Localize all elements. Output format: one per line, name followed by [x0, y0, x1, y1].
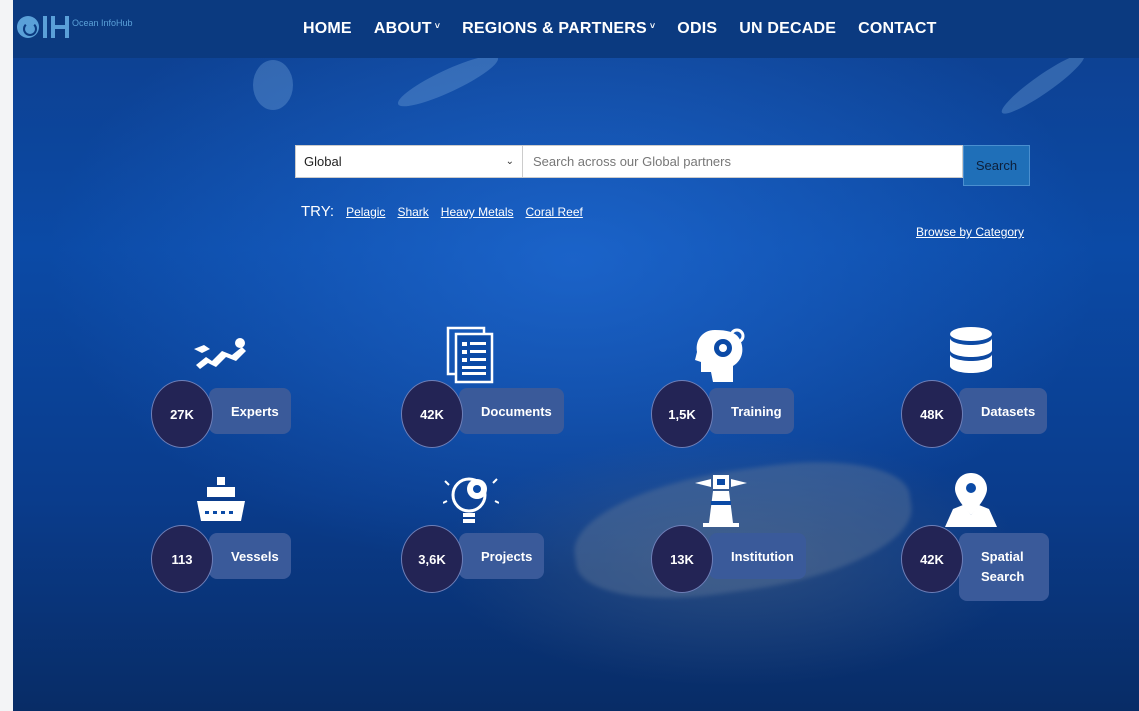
category-spatial-search[interactable]: Spatial Search 42K: [901, 470, 1061, 601]
category-training[interactable]: Training 1,5K: [651, 325, 811, 448]
logo-i-mark: [43, 16, 47, 38]
main-nav: HOME ABOUT ˅ REGIONS & PARTNERS ˅ ODIS UN …: [303, 0, 937, 58]
head-gear-icon: [691, 325, 751, 385]
region-select-value: Global: [304, 154, 342, 169]
category-vessels[interactable]: Vessels 113: [151, 470, 311, 593]
category-label-line: Spatial: [981, 549, 1024, 564]
category-count[interactable]: 27K: [151, 380, 213, 448]
logo-o-mark: [17, 16, 39, 38]
search-button[interactable]: Search: [963, 145, 1030, 186]
category-label[interactable]: Spatial Search: [959, 533, 1049, 601]
category-count[interactable]: 13K: [651, 525, 713, 593]
nav-odis[interactable]: ODIS: [677, 20, 717, 38]
ocean-infohub-logo[interactable]: Ocean InfoHub: [17, 16, 133, 38]
category-count[interactable]: 42K: [901, 525, 963, 593]
try-label: TRY:: [301, 203, 335, 220]
nav-un-decade[interactable]: UN DECADE: [739, 20, 836, 38]
diver-icon: [191, 325, 251, 385]
try-link-pelagic[interactable]: Pelagic: [346, 205, 385, 219]
category-label[interactable]: Documents: [459, 388, 564, 434]
category-count[interactable]: 42K: [401, 380, 463, 448]
nav-regions-partners[interactable]: REGIONS & PARTNERS ˅: [462, 20, 655, 38]
category-label[interactable]: Experts: [209, 388, 291, 434]
ship-icon: [191, 470, 251, 530]
page-background: Ocean InfoHub HOME ABOUT ˅ REGIONS & PART…: [13, 0, 1139, 711]
lighthouse-icon: [691, 470, 751, 530]
chevron-down-icon: ⌄: [505, 156, 514, 167]
category-count[interactable]: 48K: [901, 380, 963, 448]
category-institution[interactable]: Institution 13K: [651, 470, 811, 593]
try-link-coral-reef[interactable]: Coral Reef: [526, 205, 583, 219]
nav-about[interactable]: ABOUT ˅: [374, 20, 440, 38]
category-experts[interactable]: Experts 27K: [151, 325, 311, 448]
category-count[interactable]: 113: [151, 525, 213, 593]
category-label-line: Search: [981, 569, 1025, 584]
nav-contact[interactable]: CONTACT: [858, 20, 936, 38]
search-input[interactable]: [523, 145, 963, 178]
category-datasets[interactable]: Datasets 48K: [901, 325, 1061, 448]
category-count[interactable]: 1,5K: [651, 380, 713, 448]
search-bar: Global ⌄ Search: [295, 145, 1030, 186]
database-icon: [941, 325, 1001, 385]
logo-h-mark: [51, 16, 69, 38]
document-icon: [441, 325, 501, 385]
top-navigation-bar: Ocean InfoHub HOME ABOUT ˅ REGIONS & PART…: [13, 0, 1139, 58]
map-pin-icon: [941, 470, 1001, 530]
try-link-heavy-metals[interactable]: Heavy Metals: [441, 205, 514, 219]
category-label[interactable]: Institution: [709, 533, 806, 579]
logo-text: Ocean InfoHub: [72, 18, 133, 28]
region-select[interactable]: Global ⌄: [295, 145, 523, 178]
fish-decoration: [996, 47, 1090, 121]
category-label[interactable]: Projects: [459, 533, 545, 579]
category-label[interactable]: Datasets: [959, 388, 1048, 434]
lightbulb-gear-icon: [441, 470, 501, 530]
category-label[interactable]: Training: [709, 388, 794, 434]
try-link-shark[interactable]: Shark: [397, 205, 428, 219]
fish-decoration: [253, 60, 293, 110]
browse-by-category-link[interactable]: Browse by Category: [916, 225, 1024, 239]
chevron-down-icon: ˅: [434, 21, 441, 31]
nav-home[interactable]: HOME: [303, 20, 352, 38]
category-projects[interactable]: Projects 3,6K: [401, 470, 561, 593]
category-count[interactable]: 3,6K: [401, 525, 463, 593]
chevron-down-icon: ˅: [649, 21, 656, 31]
category-label[interactable]: Vessels: [209, 533, 291, 579]
try-suggestions: TRY: Pelagic Shark Heavy Metals Coral Re…: [301, 203, 583, 220]
category-documents[interactable]: Documents 42K: [401, 325, 564, 448]
